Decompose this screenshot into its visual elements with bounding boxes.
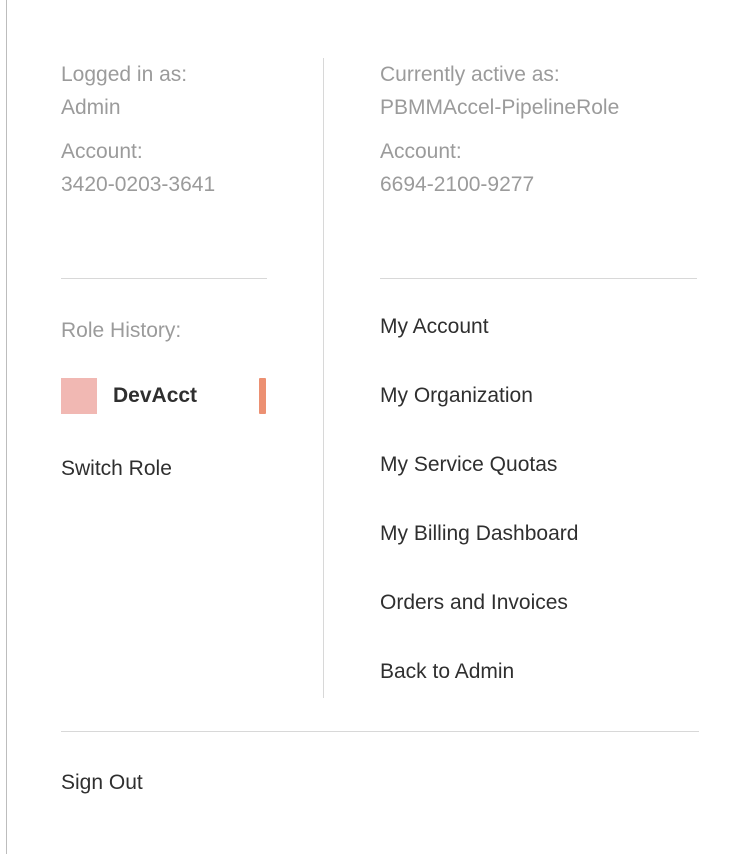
role-history-item-label: DevAcct [113, 384, 198, 407]
logged-in-label: Logged in as: [61, 63, 188, 86]
menu-item-my-organization[interactable]: My Organization [380, 381, 578, 411]
menu-item-my-billing-dashboard[interactable]: My Billing Dashboard [380, 519, 578, 549]
role-color-swatch [61, 378, 97, 414]
sign-out-link[interactable]: Sign Out [61, 768, 143, 798]
active-role-info: Currently active as: PBMMAccel-PipelineR… [380, 58, 710, 212]
active-account-label: Account: [380, 140, 462, 163]
account-menu: My Account My Organization My Service Qu… [380, 312, 578, 726]
logged-in-user: Admin [61, 96, 121, 119]
right-divider [380, 278, 697, 279]
switch-role-link[interactable]: Switch Role [61, 454, 172, 484]
active-account-block: Account: 6694-2100-9277 [380, 135, 710, 201]
login-account-id: 3420-0203-3641 [61, 173, 216, 196]
menu-item-orders-and-invoices[interactable]: Orders and Invoices [380, 588, 578, 618]
panel-left-border [6, 0, 7, 854]
column-divider [323, 58, 324, 698]
session-info: Logged in as: Admin Account: 3420-0203-3… [61, 58, 271, 212]
menu-item-back-to-admin[interactable]: Back to Admin [380, 657, 578, 687]
role-history-label: Role History: [61, 319, 182, 342]
active-account-id: 6694-2100-9277 [380, 173, 535, 196]
active-role-block: Currently active as: PBMMAccel-PipelineR… [380, 58, 710, 124]
login-account-block: Account: 3420-0203-3641 [61, 135, 271, 201]
logged-in-block: Logged in as: Admin [61, 58, 271, 124]
active-role-label: Currently active as: [380, 63, 560, 86]
role-color-indicator [259, 378, 266, 414]
menu-item-my-service-quotas[interactable]: My Service Quotas [380, 450, 578, 480]
active-role-name: PBMMAccel-PipelineRole [380, 96, 620, 119]
login-account-label: Account: [61, 140, 143, 163]
footer-divider [61, 731, 699, 732]
role-history-item-devacct[interactable]: DevAcct [61, 378, 271, 414]
left-divider [61, 278, 267, 279]
menu-item-my-account[interactable]: My Account [380, 312, 578, 342]
